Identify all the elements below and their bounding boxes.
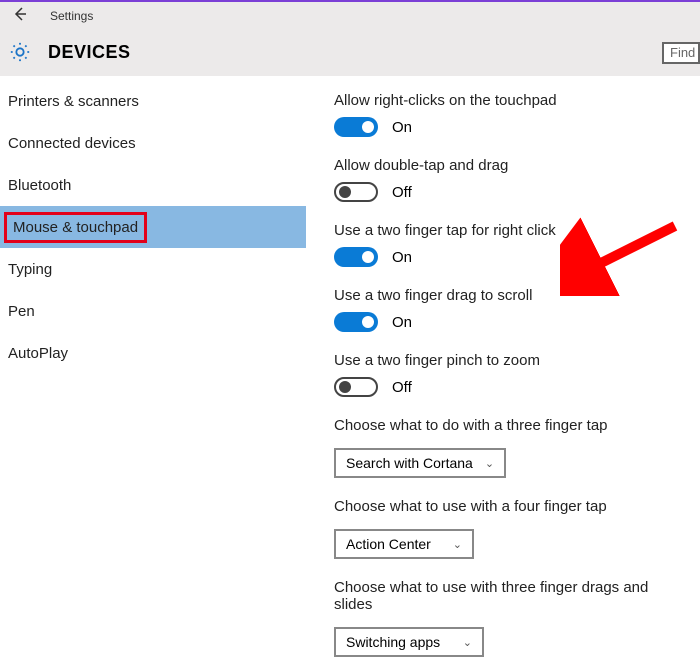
chevron-down-icon: ⌄ <box>485 457 494 470</box>
setting-label: Choose what to use with three finger dra… <box>334 579 680 613</box>
chevron-down-icon: ⌄ <box>463 636 472 649</box>
toggle-state-text: On <box>392 314 412 331</box>
setting-two-finger-scroll: Use a two finger drag to scroll On <box>334 287 680 332</box>
sidebar-item-label: AutoPlay <box>8 345 68 362</box>
combo-value: Action Center <box>346 536 431 552</box>
page-title: DEVICES <box>48 42 131 63</box>
sidebar-item-label: Mouse & touchpad <box>4 212 147 243</box>
toggle-two-finger-scroll[interactable] <box>334 312 378 332</box>
setting-allow-right-clicks: Allow right-clicks on the touchpad On <box>334 92 680 137</box>
setting-three-finger-tap: Choose what to do with a three finger ta… <box>334 417 680 478</box>
sidebar-item-label: Connected devices <box>8 135 136 152</box>
toggle-state-text: On <box>392 119 412 136</box>
window-title: Settings <box>50 9 93 23</box>
toggle-allow-right-clicks[interactable] <box>334 117 378 137</box>
toggle-two-finger-zoom[interactable] <box>334 377 378 397</box>
back-arrow-icon <box>12 6 28 22</box>
sidebar-item-pen[interactable]: Pen <box>0 290 306 332</box>
header: DEVICES <box>0 30 700 74</box>
titlebar: Settings <box>0 2 700 30</box>
toggle-state-text: Off <box>392 184 412 201</box>
combo-value: Search with Cortana <box>346 455 473 471</box>
back-button[interactable] <box>8 6 32 27</box>
setting-three-finger-drags: Choose what to use with three finger dra… <box>334 579 680 657</box>
setting-label: Use a two finger tap for right click <box>334 222 680 239</box>
settings-window: Settings DEVICES Find Printers & scanner… <box>0 0 700 663</box>
toggle-double-tap-drag[interactable] <box>334 182 378 202</box>
setting-double-tap-drag: Allow double-tap and drag Off <box>334 157 680 202</box>
setting-label: Choose what to do with a three finger ta… <box>334 417 680 434</box>
sidebar-item-bluetooth[interactable]: Bluetooth <box>0 164 306 206</box>
chevron-down-icon: ⌄ <box>453 538 462 551</box>
gear-icon <box>8 40 32 64</box>
sidebar-item-label: Typing <box>8 261 52 278</box>
sidebar-item-label: Pen <box>8 303 35 320</box>
setting-label: Allow double-tap and drag <box>334 157 680 174</box>
combo-three-finger-drags[interactable]: Switching apps ⌄ <box>334 627 484 657</box>
sidebar-item-printers-scanners[interactable]: Printers & scanners <box>0 80 306 122</box>
sidebar-item-typing[interactable]: Typing <box>0 248 306 290</box>
sidebar-item-label: Printers & scanners <box>8 93 139 110</box>
combo-value: Switching apps <box>346 634 440 650</box>
setting-label: Use a two finger pinch to zoom <box>334 352 680 369</box>
content-area: Printers & scanners Connected devices Bl… <box>0 76 700 663</box>
setting-label: Choose what to use with a four finger ta… <box>334 498 680 515</box>
combo-four-finger-tap[interactable]: Action Center ⌄ <box>334 529 474 559</box>
find-input[interactable]: Find <box>662 42 700 64</box>
setting-label: Use a two finger drag to scroll <box>334 287 680 304</box>
toggle-state-text: On <box>392 249 412 266</box>
sidebar: Printers & scanners Connected devices Bl… <box>0 76 306 663</box>
setting-label: Allow right-clicks on the touchpad <box>334 92 680 109</box>
sidebar-item-connected-devices[interactable]: Connected devices <box>0 122 306 164</box>
sidebar-item-autoplay[interactable]: AutoPlay <box>0 332 306 374</box>
setting-four-finger-tap: Choose what to use with a four finger ta… <box>334 498 680 559</box>
sidebar-item-label: Bluetooth <box>8 177 71 194</box>
setting-two-finger-zoom: Use a two finger pinch to zoom Off <box>334 352 680 397</box>
sidebar-item-mouse-touchpad[interactable]: Mouse & touchpad <box>0 206 306 248</box>
settings-panel: Allow right-clicks on the touchpad On Al… <box>306 76 700 663</box>
combo-three-finger-tap[interactable]: Search with Cortana ⌄ <box>334 448 506 478</box>
setting-two-finger-right-click: Use a two finger tap for right click On <box>334 222 680 267</box>
toggle-two-finger-right-click[interactable] <box>334 247 378 267</box>
toggle-state-text: Off <box>392 379 412 396</box>
